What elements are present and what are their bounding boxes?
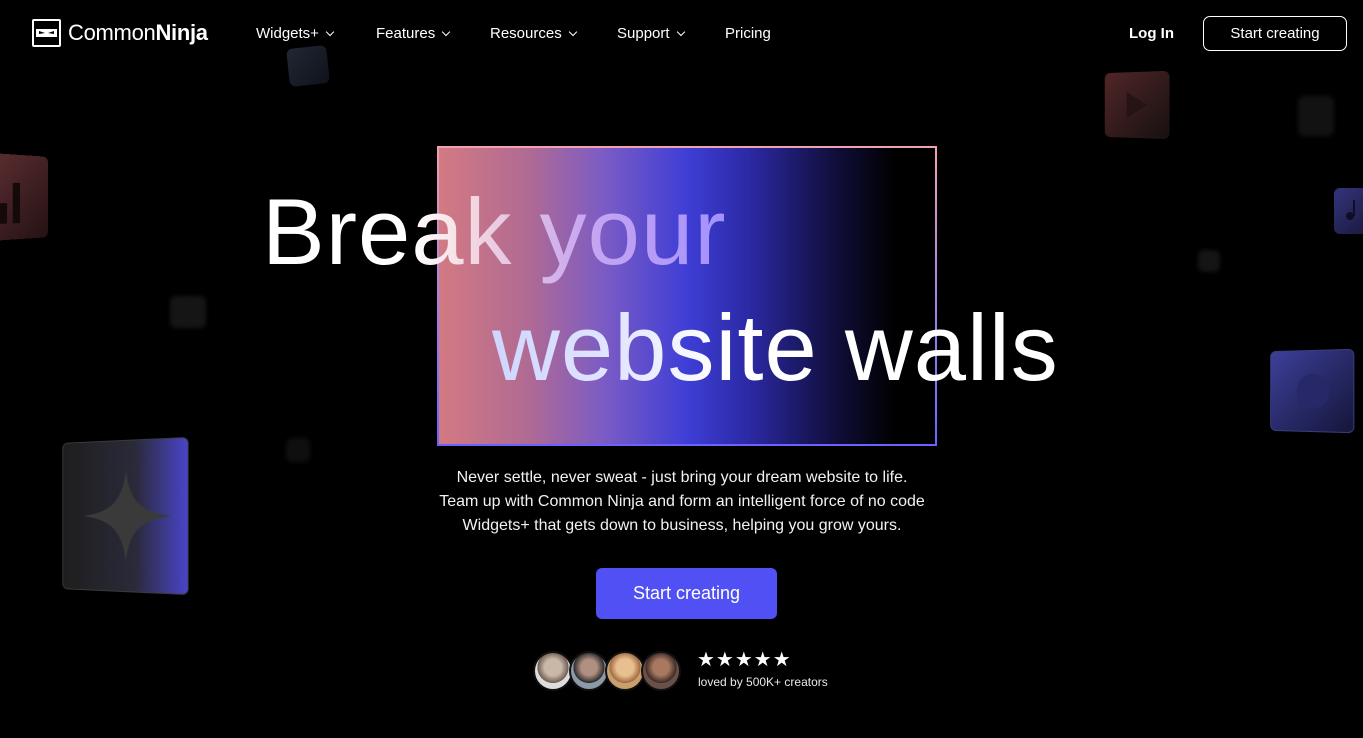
rating-stars: ★★★★★: [697, 649, 792, 671]
hero-headline-line-2: website walls: [492, 298, 1059, 398]
avatar: [641, 651, 681, 691]
headline-gradient-text: website: [492, 295, 818, 400]
chevron-down-icon: [568, 27, 577, 37]
creators-caption: loved by 500K+ creators: [698, 675, 828, 689]
nav-label: Pricing: [725, 25, 771, 42]
nav-item-features[interactable]: Features: [376, 24, 451, 44]
headline-gradient-text: ak your: [411, 179, 727, 284]
login-link[interactable]: Log In: [1129, 24, 1174, 44]
hero-headline-line-1: Break your: [262, 182, 727, 282]
avatar: [569, 651, 609, 691]
hero-subtitle: Never settle, never sweat - just bring y…: [382, 466, 982, 538]
deco-tile-music: [1334, 188, 1363, 234]
deco-tile-play: [1104, 70, 1170, 140]
nav-label: Support: [617, 25, 670, 42]
subtitle-line: Never settle, never sweat - just bring y…: [456, 469, 908, 486]
headline-solid-text: Bre: [262, 179, 412, 284]
nav-label: Resources: [490, 25, 562, 42]
brand-name-bold: Ninja: [155, 20, 208, 45]
sparkle-icon: [83, 469, 171, 563]
avatar: [533, 651, 573, 691]
chevron-down-icon: [325, 27, 335, 37]
header-start-creating-button[interactable]: Start creating: [1203, 16, 1347, 51]
top-navigation: CommonNinja Widgets+ Features Resources …: [0, 0, 1363, 68]
ninja-mask-icon: [32, 19, 61, 47]
chat-bubble-icon: [1296, 373, 1330, 413]
brand-logo[interactable]: CommonNinja: [32, 19, 208, 47]
music-note-icon: [1346, 200, 1355, 220]
brand-wordmark: CommonNinja: [68, 19, 208, 47]
deco-tile-blur-left: [170, 296, 206, 328]
avatar: [605, 651, 645, 691]
hero-start-creating-button[interactable]: Start creating: [596, 568, 777, 619]
headline-solid-text: walls: [817, 295, 1059, 400]
subtitle-line: Team up with Common Ninja and form an in…: [439, 493, 925, 510]
nav-label: Features: [376, 25, 436, 42]
nav-item-widgets[interactable]: Widgets+: [256, 24, 335, 44]
nav-item-resources[interactable]: Resources: [490, 24, 577, 44]
chevron-down-icon: [676, 27, 685, 37]
deco-tile-bar-chart: [0, 153, 48, 241]
nav-item-support[interactable]: Support: [617, 24, 685, 44]
subtitle-line: Widgets+ that gets down to business, hel…: [462, 517, 902, 534]
deco-tile-blur-mid: [1198, 250, 1220, 272]
deco-tile-sparkle: [62, 436, 189, 596]
nav-label: Widgets+: [256, 25, 319, 42]
deco-tile-blur-small: [286, 438, 310, 462]
creator-avatars: [533, 651, 683, 691]
bar-chart-icon: [0, 182, 21, 224]
deco-tile-chat: [1270, 348, 1355, 434]
nav-item-pricing[interactable]: Pricing: [725, 24, 771, 44]
chevron-down-icon: [441, 27, 451, 37]
play-icon: [1126, 91, 1148, 119]
deco-tile-blur-right: [1298, 96, 1334, 136]
brand-name-light: Common: [68, 20, 156, 45]
